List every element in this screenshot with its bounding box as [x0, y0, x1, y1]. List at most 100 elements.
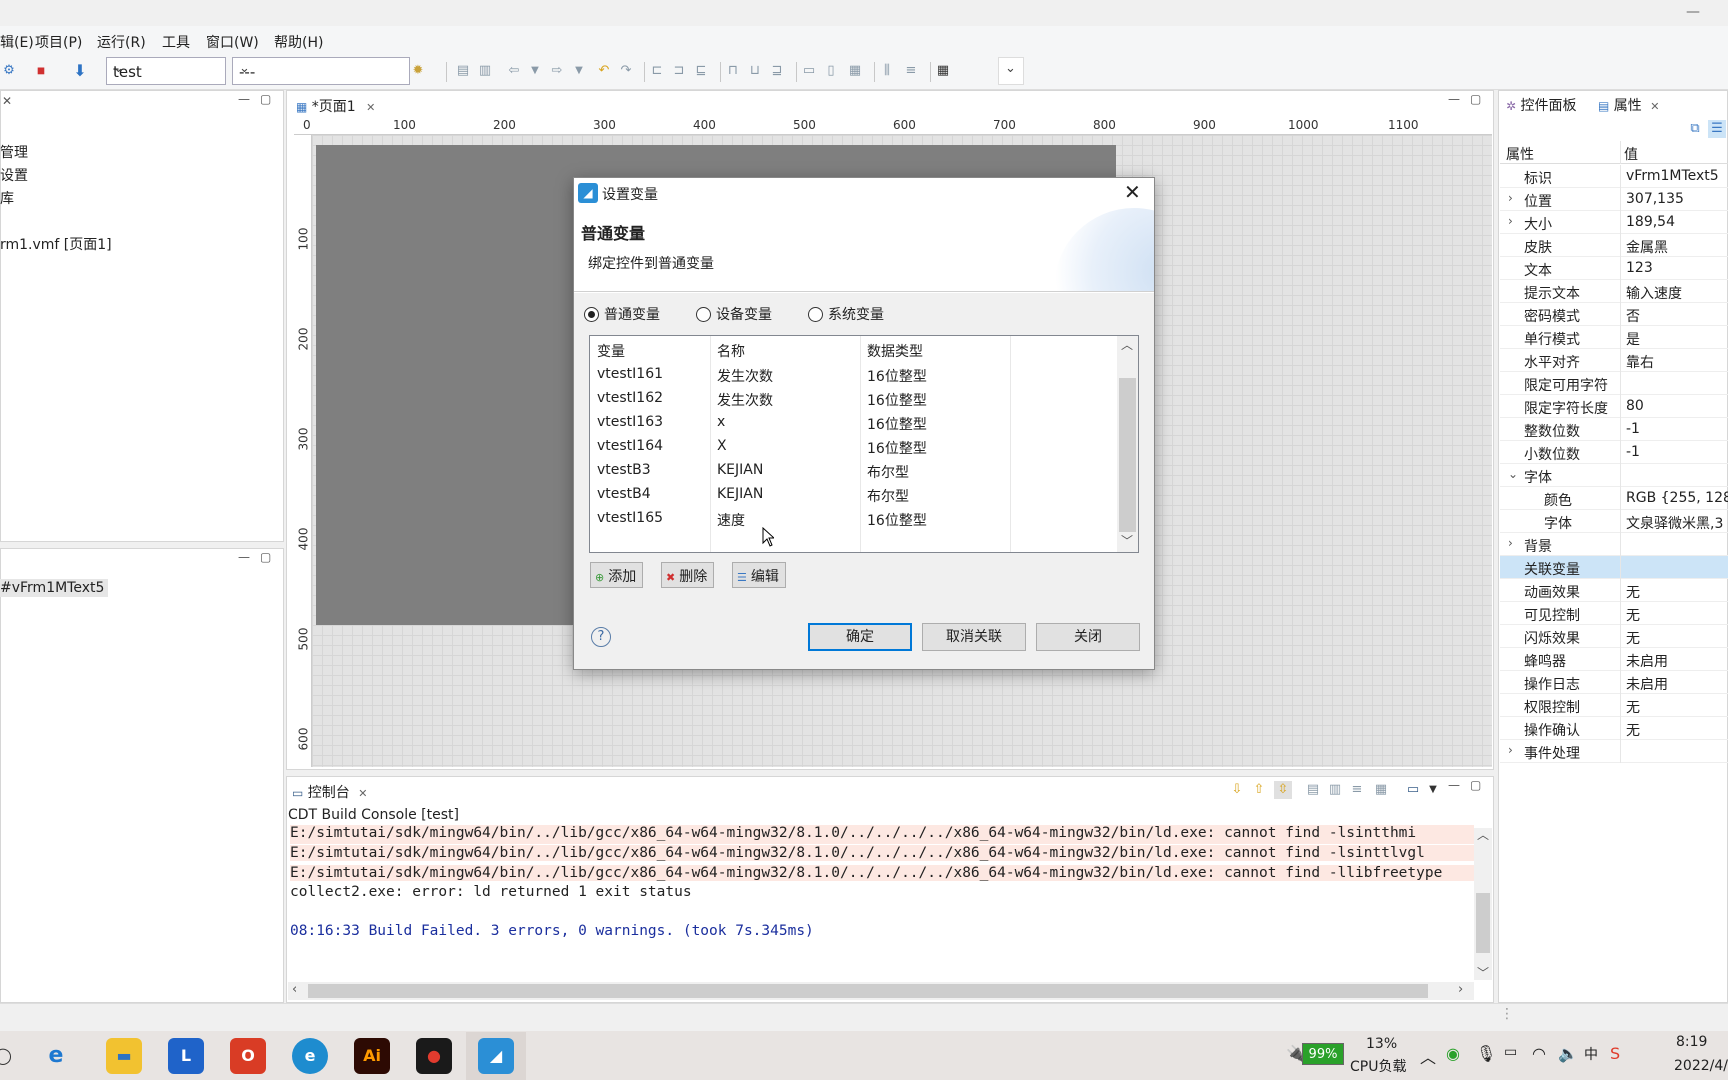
property-row[interactable]: 密码模式 否 [1500, 303, 1728, 326]
chevron-right-icon[interactable]: › [1508, 191, 1513, 205]
pin-console-icon[interactable]: ▤ [1304, 781, 1322, 799]
chevron-right-icon[interactable]: › [1508, 743, 1513, 757]
property-row[interactable]: › 大小 189,54 [1500, 211, 1728, 234]
same-width-icon[interactable]: ▭ [800, 62, 818, 80]
chevron-up-icon[interactable]: ︿ [1121, 336, 1133, 353]
radio-normal-variable[interactable]: 普通变量 [584, 304, 660, 324]
column-header-type[interactable]: 数据类型 [867, 341, 923, 361]
chevron-down-icon[interactable]: ⌄ [1508, 467, 1518, 481]
tree-item[interactable]: rm1.vmf [页面1] [0, 234, 112, 254]
menu-project[interactable]: 项目(P) [35, 32, 82, 52]
chevron-down-icon[interactable]: ▼ [1424, 781, 1442, 799]
property-row[interactable]: 操作日志 未启用 [1500, 671, 1728, 694]
search-icon[interactable]: ◯ [0, 1046, 12, 1065]
ok-button[interactable]: 确定 [808, 623, 912, 651]
chevron-up-icon[interactable]: ︿ [1420, 1044, 1436, 1068]
distribute-h-icon[interactable]: ⫼ [878, 62, 896, 80]
security-icon[interactable]: ◉ [1446, 1044, 1460, 1063]
new-window-icon[interactable]: ⧉ [1686, 120, 1704, 138]
battery-icon[interactable]: ▭ [1504, 1044, 1517, 1060]
scroll-thumb[interactable] [1119, 378, 1136, 532]
edge-browser-icon[interactable]: e [292, 1038, 328, 1074]
property-row[interactable]: 整数位数 -1 [1500, 418, 1728, 441]
scroll-thumb[interactable] [308, 984, 1428, 998]
radio-system-variable[interactable]: 系统变量 [808, 304, 884, 324]
align-top-icon[interactable]: ⊓ [724, 62, 742, 80]
property-row[interactable]: 水平对齐 靠右 [1500, 349, 1728, 372]
chevron-right-icon[interactable]: › [1458, 982, 1463, 997]
tree-item[interactable]: 库 [0, 188, 14, 208]
tree-item[interactable]: 设置 [0, 165, 28, 185]
microphone-icon[interactable]: 🎙 [1476, 1044, 1496, 1063]
clock-date[interactable]: 2022/4/ [1674, 1058, 1728, 1074]
redo-icon[interactable]: ↷ [617, 62, 635, 80]
tab-console[interactable]: ▭ 控制台 ✕ [292, 782, 367, 802]
illustrator-icon[interactable]: Ai [354, 1038, 390, 1074]
back-menu-icon[interactable]: ▼ [526, 62, 544, 80]
property-row[interactable]: 单行模式 是 [1500, 326, 1728, 349]
menu-edit[interactable]: 辑(E) [0, 32, 34, 52]
display-console-icon[interactable]: ▭ [1404, 781, 1422, 799]
chevron-down-icon[interactable]: ﹀ [1477, 964, 1489, 981]
sogou-icon[interactable]: S [1610, 1044, 1620, 1063]
close-icon[interactable]: ✕ [2, 94, 12, 108]
table-row[interactable] [590, 483, 1116, 507]
property-row[interactable]: 限定可用字符 [1500, 372, 1728, 395]
scroll-up-icon[interactable]: ⇧ [1250, 781, 1268, 799]
categories-icon[interactable]: ☰ [1708, 120, 1726, 138]
add-variable-button[interactable]: ⊕ 添加 [590, 562, 644, 588]
minimize-icon[interactable]: — [1448, 778, 1460, 792]
same-size-icon[interactable]: ▦ [846, 62, 864, 80]
grid-view-icon[interactable]: ▦ [934, 62, 952, 80]
undo-icon[interactable]: ↶ [595, 62, 613, 80]
settings-gear-icon[interactable]: ✹ [409, 62, 427, 80]
tree-item[interactable]: 管理 [0, 142, 28, 162]
table-row[interactable] [590, 507, 1116, 531]
taskbar-active-app[interactable]: ◢ [466, 1032, 526, 1080]
distribute-v-icon[interactable]: ≡ [902, 62, 920, 80]
align-left-icon[interactable]: ⊏ [648, 62, 666, 80]
outline-item[interactable]: #vFrm1MText5 [0, 579, 109, 597]
forward-icon[interactable]: ⇨ [548, 62, 566, 80]
remove-launch-icon[interactable]: ▦ [1372, 781, 1390, 799]
office-icon[interactable]: O [230, 1038, 266, 1074]
close-icon[interactable]: ✕ [358, 787, 367, 800]
column-header-variable[interactable]: 变量 [597, 341, 625, 361]
tab-page1[interactable]: ▦ *页面1 ✕ [288, 92, 384, 118]
table-row[interactable] [590, 363, 1116, 387]
align-middle-icon[interactable]: ⊔ [746, 62, 764, 80]
close-icon[interactable]: ✕ [1650, 100, 1659, 113]
property-row[interactable]: 提示文本 输入速度 [1500, 280, 1728, 303]
menu-run[interactable]: 运行(R) [97, 32, 146, 52]
scroll-down-icon[interactable]: ⇩ [1228, 781, 1246, 799]
lenovo-app-icon[interactable]: L [168, 1038, 204, 1074]
property-row[interactable]: 操作确认 无 [1500, 717, 1728, 740]
ie-browser-icon[interactable]: e [38, 1038, 74, 1074]
property-row[interactable]: 标识 vFrm1MText5 [1500, 165, 1728, 188]
property-row[interactable]: 可见控制 无 [1500, 602, 1728, 625]
chevron-right-icon[interactable]: › [1508, 214, 1513, 228]
delete-variable-button[interactable]: ✖ 删除 [661, 562, 715, 588]
minimize-icon[interactable]: — [1686, 4, 1700, 20]
minimize-icon[interactable]: — [1448, 92, 1460, 106]
property-row[interactable]: 动画效果 无 [1500, 579, 1728, 602]
property-row[interactable]: 闪烁效果 无 [1500, 625, 1728, 648]
scroll-lock-icon[interactable]: ⇳ [1274, 781, 1292, 799]
maximize-icon[interactable]: ▢ [260, 92, 271, 106]
chevron-left-icon[interactable]: ‹ [292, 982, 297, 997]
table-row[interactable] [590, 459, 1116, 483]
unbind-button[interactable]: 取消关联 [922, 623, 1026, 651]
table-row[interactable] [590, 411, 1116, 435]
chevron-right-icon[interactable]: › [1508, 536, 1513, 550]
console-vertical-scrollbar[interactable]: ︿ ﹀ [1474, 828, 1492, 980]
stop-icon[interactable]: ⏹ [32, 62, 50, 80]
property-row[interactable]: 颜色 RGB {255, 128, [1500, 487, 1728, 510]
save-icon[interactable]: ▤ [454, 62, 472, 80]
align-bottom-icon[interactable]: ⊒ [768, 62, 786, 80]
build-icon[interactable]: ⚙ [0, 62, 18, 80]
property-row[interactable]: › 事件处理 [1500, 740, 1728, 763]
maximize-icon[interactable]: ▢ [1470, 778, 1481, 792]
radio-device-variable[interactable]: 设备变量 [696, 304, 772, 324]
property-row[interactable]: 小数位数 -1 [1500, 441, 1728, 464]
scroll-thumb[interactable] [1476, 893, 1490, 953]
